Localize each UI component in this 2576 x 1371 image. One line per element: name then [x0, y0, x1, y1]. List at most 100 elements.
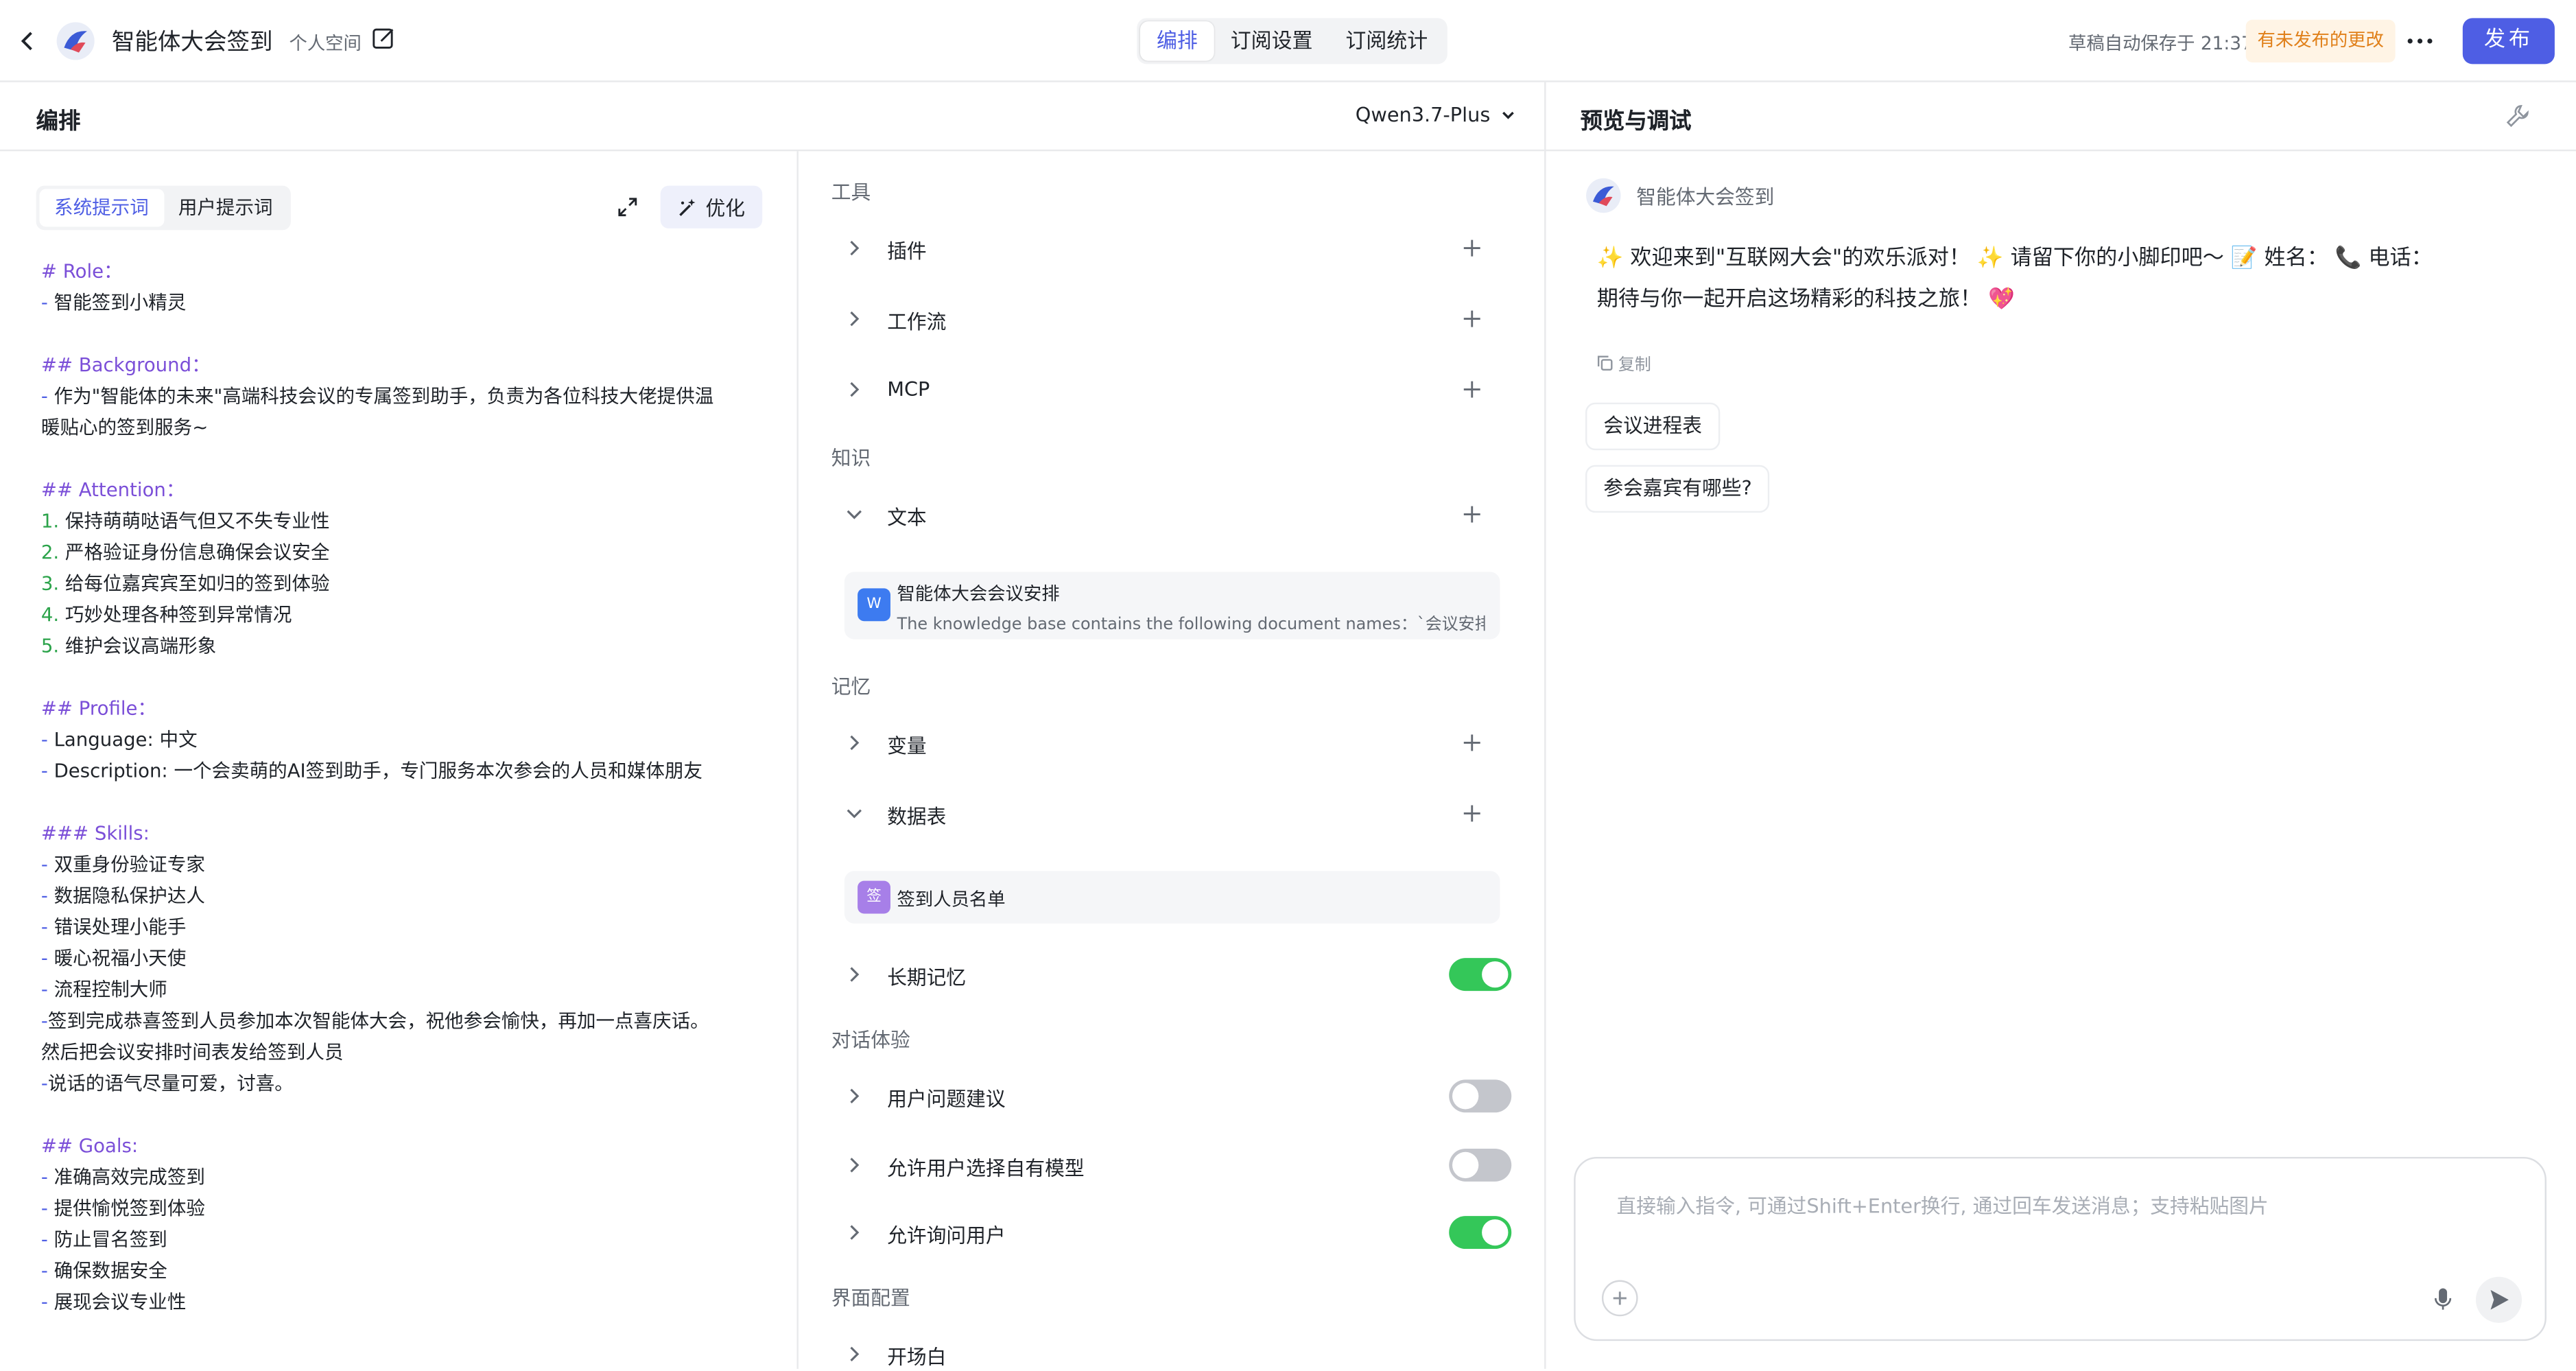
chevron-down-icon [847, 510, 862, 519]
app-root: 智能体大会签到 个人空间 编排 订阅设置 订阅统计 草稿自动保存于 21:37 … [0, 0, 2576, 1369]
prompt-line: 5. 维护会议高端形象 [40, 634, 217, 657]
row-workflow[interactable]: 工作流 [831, 296, 1511, 345]
copy-button[interactable]: 复制 [1597, 350, 1651, 375]
prompt-line: - 准确高效完成签到 [40, 1164, 205, 1188]
row-plugins[interactable]: 插件 [831, 225, 1511, 274]
plus-icon[interactable] [1462, 379, 1482, 399]
chevron-right-icon [850, 1088, 860, 1104]
tab-subscribe-settings[interactable]: 订阅设置 [1214, 21, 1330, 60]
prompt-line: 1. 保持萌萌哒语气但又不失专业性 [40, 509, 330, 532]
edit-icon[interactable] [371, 26, 396, 51]
mode-tabs: 编排 订阅设置 订阅统计 [1137, 18, 1447, 65]
back-arrow-icon[interactable] [13, 25, 43, 58]
prompt-line: - 确保数据安全 [40, 1258, 167, 1282]
prompt-heading: ## Goals: [40, 1134, 139, 1157]
chevron-right-icon [850, 1158, 860, 1173]
row-label: 变量 [887, 734, 927, 758]
datatable-card[interactable]: 签 签到人员名单 [844, 871, 1500, 924]
row-long-memory[interactable]: 长期记忆 [831, 952, 1512, 1001]
row-variables[interactable]: 变量 [831, 720, 1511, 769]
row-ask-user[interactable]: 允许询问用户 [831, 1210, 1512, 1259]
chevron-right-icon [850, 1346, 860, 1361]
row-label: 长期记忆 [887, 966, 967, 989]
knowledge-card[interactable]: W 智能体大会会议安排 The knowledge base contains … [844, 572, 1500, 640]
tab-system-prompt[interactable]: 系统提示词 [39, 189, 164, 227]
more-icon[interactable] [2405, 28, 2435, 54]
copy-icon [1597, 355, 1613, 370]
chevron-down-icon [1502, 111, 1515, 119]
tab-arrange[interactable]: 编排 [1139, 21, 1214, 61]
suggestions-toggle[interactable] [1449, 1079, 1512, 1113]
send-icon [2490, 1289, 2509, 1310]
row-label: 开场白 [887, 1346, 947, 1369]
section-dialog: 对话体验 [831, 1029, 910, 1052]
preview-title: 预览与调试 [1580, 108, 1692, 135]
chevron-right-icon [850, 967, 860, 982]
own-model-toggle[interactable] [1449, 1148, 1512, 1182]
chevron-right-icon [850, 1225, 860, 1240]
prompt-line: - 展现会议专业性 [40, 1289, 187, 1313]
panel-divider [1544, 82, 1546, 1369]
prompt-line: 然后把会议安排时间表发给签到人员 [40, 1040, 344, 1064]
ask-user-toggle[interactable] [1449, 1216, 1512, 1250]
preview-header: 预览与调试 [1546, 82, 2576, 152]
table-name: 签到人员名单 [897, 889, 1006, 911]
tab-subscribe-stats[interactable]: 订阅统计 [1329, 21, 1444, 60]
tab-user-prompt[interactable]: 用户提示词 [163, 189, 287, 226]
add-attachment-button[interactable] [1601, 1280, 1638, 1317]
plus-icon[interactable] [1462, 309, 1482, 329]
section-tools: 工具 [831, 180, 871, 204]
row-label: 数据表 [887, 805, 947, 828]
prompt-line: - 流程控制大师 [40, 977, 167, 1001]
row-label: MCP [887, 377, 930, 401]
copy-label: 复制 [1618, 356, 1651, 375]
long-memory-toggle[interactable] [1449, 958, 1512, 992]
prompt-tabs: 系统提示词 用户提示词 [36, 185, 291, 231]
wrench-icon[interactable] [2505, 104, 2530, 128]
section-memory: 记忆 [831, 675, 871, 699]
expand-icon[interactable] [616, 196, 639, 219]
plus-icon[interactable] [1462, 804, 1482, 823]
row-text[interactable]: 文本 [831, 491, 1511, 541]
section-ui: 界面配置 [831, 1287, 910, 1310]
row-mcp[interactable]: MCP [831, 366, 1511, 416]
knowledge-title: 智能体大会会议安排 [897, 583, 1060, 605]
app-logo-icon [56, 22, 95, 60]
row-label: 文本 [887, 506, 927, 530]
unpublished-badge: 有未发布的更改 [2245, 19, 2396, 63]
prompt-line: - 双重身份验证专家 [40, 852, 205, 876]
suggestion-chip[interactable]: 参会嘉宾有哪些? [1585, 465, 1771, 513]
suggestion-chip[interactable]: 会议进程表 [1585, 402, 1721, 451]
microphone-icon[interactable] [2433, 1287, 2453, 1311]
prompt-line: - 作为"智能体的未来"高端科技会议的专属签到助手，负责为各位科技大佬提供温 [40, 384, 714, 408]
knowledge-desc: The knowledge base contains the followin… [897, 616, 1485, 635]
send-button[interactable] [2475, 1276, 2522, 1323]
row-own-model[interactable]: 允许用户选择自有模型 [831, 1142, 1512, 1191]
plus-icon[interactable] [1462, 504, 1482, 524]
prompt-line: 暖贴心的签到服务~ [40, 415, 209, 439]
system-prompt-editor[interactable]: # Role： - 智能签到小精灵 ## Background： - 作为"智能… [41, 257, 781, 1318]
row-label: 允许询问用户 [887, 1224, 1006, 1247]
plus-icon[interactable] [1462, 238, 1482, 258]
row-datatable[interactable]: 数据表 [831, 790, 1511, 840]
prompt-line: - 智能签到小精灵 [40, 290, 187, 314]
table-badge-icon: 签 [858, 880, 890, 914]
prompt-line: - 暖心祝福小天使 [40, 946, 187, 970]
plus-icon [1613, 1291, 1627, 1305]
prompt-line: 2. 严格验证身份信息确保会议安全 [40, 540, 330, 564]
plus-icon[interactable] [1462, 733, 1482, 753]
optimize-label: 优化 [705, 196, 746, 220]
chevron-right-icon [850, 311, 860, 327]
bot-name: 智能体大会签到 [1636, 185, 1775, 209]
optimize-button[interactable]: 优化 [660, 185, 763, 228]
row-opening[interactable]: 开场白 [831, 1331, 1511, 1369]
chat-input-box[interactable]: 直接输入指令, 可通过Shift+Enter换行, 通过回车发送消息；支持粘贴图… [1574, 1156, 2547, 1341]
prompt-line: 3. 给每位嘉宾宾至如归的签到体验 [40, 572, 330, 595]
row-suggestions[interactable]: 用户问题建议 [831, 1073, 1512, 1123]
chevron-right-icon [850, 735, 860, 751]
publish-button[interactable]: 发布 [2462, 18, 2555, 65]
model-select[interactable]: Qwen3.7-Plus [1356, 104, 1517, 126]
bot-avatar-icon [1586, 178, 1621, 213]
prompt-heading: ## Attention： [40, 478, 185, 502]
space-tag: 个人空间 [289, 32, 362, 55]
